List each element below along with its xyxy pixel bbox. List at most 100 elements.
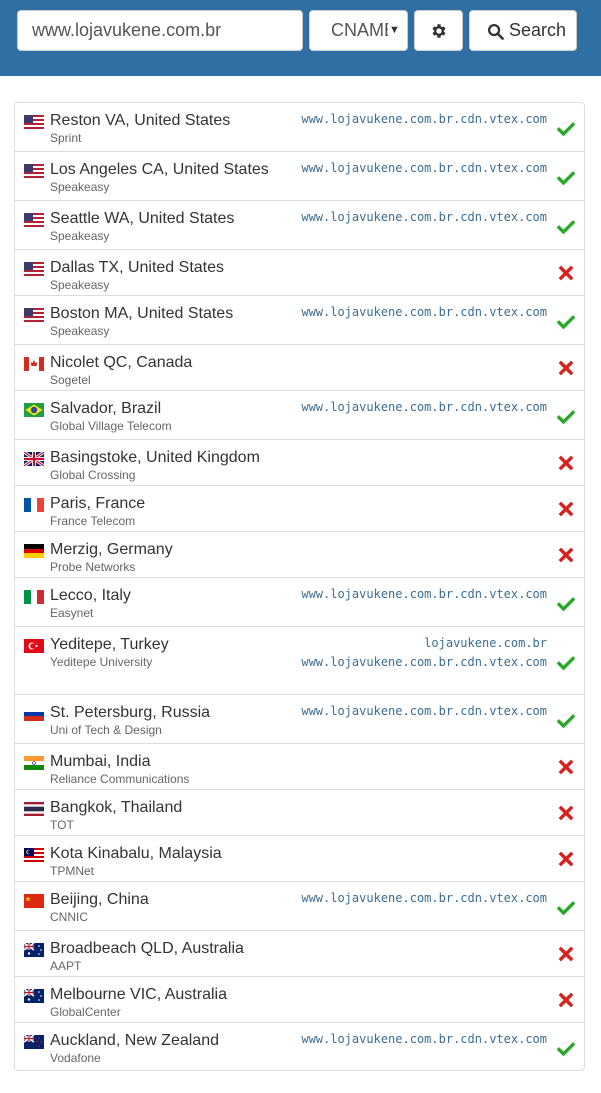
- isp-name: AAPT: [50, 959, 82, 973]
- header-bar: www.lojavukene.com.br CNAME ▼ Search: [0, 0, 601, 76]
- status-fail: [557, 758, 575, 776]
- status-fail: [557, 546, 575, 564]
- location-name: Yeditepe, Turkey: [50, 636, 169, 653]
- results-list: Reston VA, United States Sprint www.lojavu…: [14, 102, 585, 1071]
- dns-result: lojavukene.com.br www.lojavukene.com.br.c…: [287, 634, 547, 672]
- status-fail: [557, 500, 575, 518]
- location-name: Lecco, Italy: [50, 587, 131, 604]
- isp-name: Yeditepe University: [50, 655, 153, 669]
- status-ok: [556, 120, 576, 138]
- location-name: St. Petersburg, Russia: [50, 704, 211, 721]
- location-name: Broadbeach QLD, Australia: [50, 940, 244, 957]
- cross-icon: [558, 265, 574, 281]
- location-name: Paris, France: [50, 495, 146, 512]
- cross-icon: [558, 547, 574, 563]
- domain-search-input[interactable]: www.lojavukene.com.br: [17, 10, 303, 51]
- flag-nz-icon: [24, 1035, 44, 1049]
- isp-name: Vodafone: [50, 1051, 101, 1065]
- result-row: Beijing, China CNNIC www.lojavukene.com.br…: [15, 882, 584, 931]
- result-row: Salvador, Brazil Global Village Telecom ww…: [15, 391, 584, 440]
- isp-name: Uni of Tech & Design: [50, 723, 162, 737]
- status-ok: [556, 654, 576, 672]
- dns-answer: www.lojavukene.com.br.cdn.vtex.com: [301, 891, 547, 905]
- location-name: Merzig, Germany: [50, 541, 173, 558]
- check-icon: [556, 655, 576, 670]
- dns-result: www.lojavukene.com.br.cdn.vtex.com: [287, 110, 547, 129]
- cross-icon: [558, 360, 574, 376]
- flag-us-icon: [24, 164, 44, 178]
- status-ok: [556, 313, 576, 331]
- gear-icon: [432, 24, 446, 38]
- cross-icon: [558, 501, 574, 517]
- isp-name: Speakeasy: [50, 229, 110, 243]
- check-icon: [556, 410, 576, 425]
- record-type-select[interactable]: CNAME ▼: [309, 10, 408, 51]
- isp-name: CNNIC: [50, 910, 88, 924]
- dns-result: www.lojavukene.com.br.cdn.vtex.com: [287, 208, 547, 227]
- check-icon: [556, 714, 576, 729]
- dns-result: www.lojavukene.com.br.cdn.vtex.com: [287, 303, 547, 322]
- location-name: Basingstoke, United Kingdom: [50, 449, 260, 466]
- location-name: Reston VA, United States: [50, 112, 231, 129]
- status-fail: [557, 991, 575, 1009]
- check-icon: [556, 171, 576, 186]
- location-name: Salvador, Brazil: [50, 400, 162, 417]
- isp-name: France Telecom: [50, 514, 136, 528]
- location-name: Boston MA, United States: [50, 305, 234, 322]
- result-row: Basingstoke, United Kingdom Global Crossi…: [15, 440, 584, 486]
- flag-tr-icon: [24, 639, 44, 653]
- result-row: Melbourne VIC, Australia GlobalCenter: [15, 977, 584, 1023]
- cross-icon: [558, 851, 574, 867]
- flag-ru-icon: [24, 707, 44, 721]
- search-icon: [487, 23, 504, 40]
- isp-name: TOT: [50, 818, 74, 832]
- dns-result: www.lojavukene.com.br.cdn.vtex.com: [287, 1030, 547, 1049]
- dns-result: www.lojavukene.com.br.cdn.vtex.com: [287, 398, 547, 417]
- cross-icon: [558, 805, 574, 821]
- isp-name: Easynet: [50, 606, 94, 620]
- dns-result: www.lojavukene.com.br.cdn.vtex.com: [287, 159, 547, 178]
- location-name: Kota Kinabalu, Malaysia: [50, 845, 222, 862]
- isp-name: Global Village Telecom: [50, 419, 172, 433]
- dns-answer: www.lojavukene.com.br.cdn.vtex.com: [301, 704, 547, 718]
- dns-answer: www.lojavukene.com.br.cdn.vtex.com: [301, 1032, 547, 1046]
- status-ok: [556, 1040, 576, 1058]
- result-row: Bangkok, Thailand TOT: [15, 790, 584, 836]
- status-ok: [556, 899, 576, 917]
- result-row: Yeditepe, Turkey Yeditepe University lojav…: [15, 627, 584, 695]
- check-icon: [556, 315, 576, 330]
- isp-name: TPMNet: [50, 864, 95, 878]
- flag-us-icon: [24, 115, 44, 129]
- isp-name: Speakeasy: [50, 180, 110, 194]
- flag-gb-icon: [24, 452, 44, 466]
- check-icon: [556, 1041, 576, 1056]
- status-fail: [557, 804, 575, 822]
- result-row: Paris, France France Telecom: [15, 486, 584, 532]
- dns-answer: www.lojavukene.com.br.cdn.vtex.com: [301, 305, 547, 319]
- dns-answer: www.lojavukene.com.br.cdn.vtex.com: [301, 161, 547, 175]
- cross-icon: [558, 759, 574, 775]
- flag-ca-icon: [24, 357, 44, 371]
- settings-button[interactable]: [414, 10, 463, 51]
- isp-name: Sprint: [50, 131, 82, 145]
- dns-answer: www.lojavukene.com.br.cdn.vtex.com: [301, 210, 547, 224]
- result-row: Nicolet QC, Canada Sogetel: [15, 345, 584, 391]
- cross-icon: [558, 946, 574, 962]
- location-name: Nicolet QC, Canada: [50, 354, 193, 371]
- status-fail: [557, 850, 575, 868]
- flag-br-icon: [24, 403, 44, 417]
- check-icon: [556, 901, 576, 916]
- status-ok: [556, 218, 576, 236]
- check-icon: [556, 597, 576, 612]
- isp-name: Reliance Communications: [50, 772, 190, 786]
- isp-name: Speakeasy: [50, 278, 110, 292]
- search-button[interactable]: Search: [469, 10, 577, 51]
- location-name: Melbourne VIC, Australia: [50, 986, 227, 1003]
- flag-cn-icon: [24, 894, 44, 908]
- status-ok: [556, 169, 576, 187]
- check-icon: [556, 122, 576, 137]
- flag-my-icon: [24, 848, 44, 862]
- flag-us-icon: [24, 213, 44, 227]
- result-row: Dallas TX, United States Speakeasy: [15, 250, 584, 296]
- status-fail: [557, 359, 575, 377]
